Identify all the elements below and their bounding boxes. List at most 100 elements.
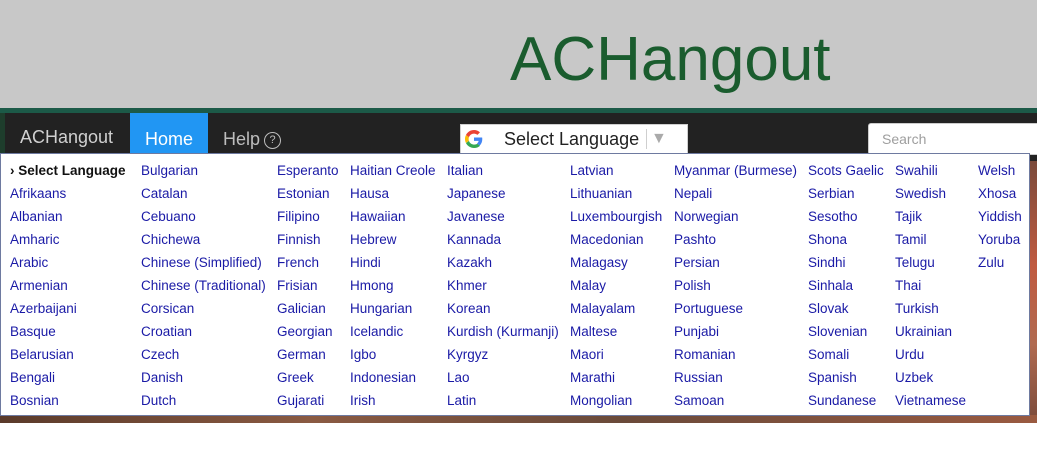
language-option[interactable]: Scots Gaelic xyxy=(808,163,884,179)
language-select[interactable]: Select Language ▼ xyxy=(460,124,688,154)
language-option[interactable]: Telugu xyxy=(895,255,935,271)
language-option[interactable]: Russian xyxy=(674,370,723,386)
language-option[interactable]: Amharic xyxy=(10,232,60,248)
language-option[interactable]: Yiddish xyxy=(978,209,1022,225)
language-option[interactable]: Georgian xyxy=(277,324,333,340)
language-option[interactable]: Esperanto xyxy=(277,163,339,179)
language-option[interactable]: Slovenian xyxy=(808,324,867,340)
language-option[interactable]: Persian xyxy=(674,255,720,271)
language-option[interactable]: Marathi xyxy=(570,370,615,386)
language-option[interactable]: Chinese (Traditional) xyxy=(141,278,266,294)
language-option[interactable]: Azerbaijani xyxy=(10,301,77,317)
language-option[interactable]: Cebuano xyxy=(141,209,196,225)
language-option[interactable]: Gujarati xyxy=(277,393,324,409)
language-option[interactable]: Nepali xyxy=(674,186,712,202)
language-option-selected[interactable]: › Select Language xyxy=(10,163,126,179)
language-option[interactable]: Japanese xyxy=(447,186,506,202)
language-option[interactable]: Khmer xyxy=(447,278,487,294)
language-option[interactable]: Irish xyxy=(350,393,376,409)
language-option[interactable]: Filipino xyxy=(277,209,320,225)
language-option[interactable]: Uzbek xyxy=(895,370,933,386)
language-option[interactable]: Malagasy xyxy=(570,255,628,271)
language-option[interactable]: Pashto xyxy=(674,232,716,248)
language-option[interactable]: Albanian xyxy=(10,209,63,225)
language-option[interactable]: Bosnian xyxy=(10,393,59,409)
language-option[interactable]: Luxembourgish xyxy=(570,209,662,225)
language-option[interactable]: Mongolian xyxy=(570,393,632,409)
language-option[interactable]: Basque xyxy=(10,324,56,340)
language-option[interactable]: Danish xyxy=(141,370,183,386)
language-option[interactable]: Hmong xyxy=(350,278,394,294)
language-option[interactable]: Lithuanian xyxy=(570,186,632,202)
language-option[interactable]: Xhosa xyxy=(978,186,1016,202)
language-option[interactable]: Czech xyxy=(141,347,179,363)
language-option[interactable]: Frisian xyxy=(277,278,318,294)
language-option[interactable]: Belarusian xyxy=(10,347,74,363)
language-option[interactable]: Urdu xyxy=(895,347,924,363)
language-option[interactable]: Armenian xyxy=(10,278,68,294)
language-option[interactable]: Hausa xyxy=(350,186,389,202)
language-option[interactable]: Korean xyxy=(447,301,491,317)
language-option[interactable]: Arabic xyxy=(10,255,48,271)
language-option[interactable]: Malayalam xyxy=(570,301,635,317)
language-option[interactable]: Welsh xyxy=(978,163,1015,179)
language-option[interactable]: Macedonian xyxy=(570,232,644,248)
language-option[interactable]: Zulu xyxy=(978,255,1004,271)
language-option[interactable]: Sesotho xyxy=(808,209,858,225)
language-option[interactable]: Corsican xyxy=(141,301,194,317)
language-option[interactable]: Yoruba xyxy=(978,232,1020,248)
language-option[interactable]: Italian xyxy=(447,163,483,179)
language-option[interactable]: Myanmar (Burmese) xyxy=(674,163,797,179)
language-option[interactable]: Kannada xyxy=(447,232,501,248)
language-option[interactable]: Swahili xyxy=(895,163,938,179)
language-option[interactable]: Romanian xyxy=(674,347,736,363)
language-option[interactable]: Chinese (Simplified) xyxy=(141,255,262,271)
language-option[interactable]: Serbian xyxy=(808,186,855,202)
language-option[interactable]: Bengali xyxy=(10,370,55,386)
language-option[interactable]: Sundanese xyxy=(808,393,876,409)
language-option[interactable]: Somali xyxy=(808,347,849,363)
language-option[interactable]: Maori xyxy=(570,347,604,363)
language-option[interactable]: Sinhala xyxy=(808,278,853,294)
language-option[interactable]: Turkish xyxy=(895,301,939,317)
language-option[interactable]: Slovak xyxy=(808,301,849,317)
language-option[interactable]: Malay xyxy=(570,278,606,294)
language-option[interactable]: Portuguese xyxy=(674,301,743,317)
language-option[interactable]: Indonesian xyxy=(350,370,416,386)
language-option[interactable]: Dutch xyxy=(141,393,176,409)
language-option[interactable]: Punjabi xyxy=(674,324,719,340)
language-option[interactable]: Hebrew xyxy=(350,232,397,248)
language-option[interactable]: Finnish xyxy=(277,232,321,248)
language-option[interactable]: Icelandic xyxy=(350,324,403,340)
language-option[interactable]: Tamil xyxy=(895,232,927,248)
search-input[interactable] xyxy=(868,123,1037,155)
language-option[interactable]: Vietnamese xyxy=(895,393,966,409)
language-option[interactable]: Ukrainian xyxy=(895,324,952,340)
language-option[interactable]: Afrikaans xyxy=(10,186,66,202)
language-option[interactable]: Catalan xyxy=(141,186,188,202)
language-option[interactable]: Latvian xyxy=(570,163,614,179)
language-option[interactable]: Kazakh xyxy=(447,255,492,271)
language-option[interactable]: Hungarian xyxy=(350,301,412,317)
language-option[interactable]: Tajik xyxy=(895,209,922,225)
language-option[interactable]: Samoan xyxy=(674,393,724,409)
language-option[interactable]: Estonian xyxy=(277,186,330,202)
language-option[interactable]: Kyrgyz xyxy=(447,347,488,363)
language-option[interactable]: Haitian Creole xyxy=(350,163,436,179)
language-option[interactable]: Chichewa xyxy=(141,232,200,248)
language-option[interactable]: Shona xyxy=(808,232,847,248)
language-option[interactable]: French xyxy=(277,255,319,271)
language-option[interactable]: Igbo xyxy=(350,347,376,363)
language-option[interactable]: Kurdish (Kurmanji) xyxy=(447,324,559,340)
language-option[interactable]: German xyxy=(277,347,326,363)
language-option[interactable]: Javanese xyxy=(447,209,505,225)
language-option[interactable]: Polish xyxy=(674,278,711,294)
language-option[interactable]: Latin xyxy=(447,393,476,409)
language-option[interactable]: Bulgarian xyxy=(141,163,198,179)
language-option[interactable]: Hindi xyxy=(350,255,381,271)
language-option[interactable]: Hawaiian xyxy=(350,209,406,225)
language-option[interactable]: Maltese xyxy=(570,324,617,340)
language-option[interactable]: Croatian xyxy=(141,324,192,340)
language-option[interactable]: Thai xyxy=(895,278,921,294)
language-option[interactable]: Norwegian xyxy=(674,209,739,225)
